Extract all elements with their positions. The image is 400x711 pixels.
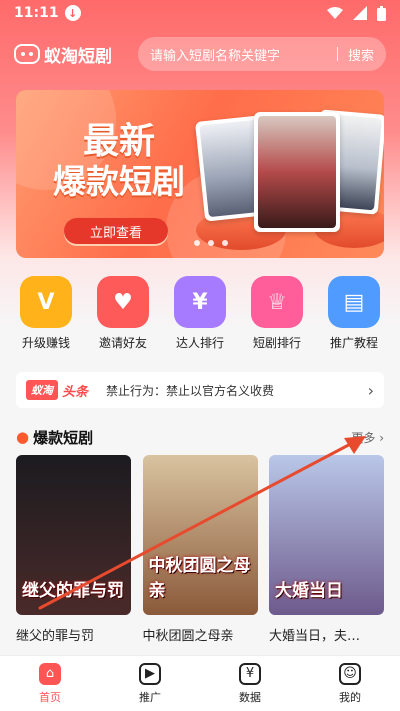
tab-label: 推广 [139, 690, 161, 704]
pagination-dot [222, 240, 228, 246]
battery-icon [377, 5, 386, 21]
banner-poster-main [254, 112, 340, 232]
promo-banner[interactable]: 最新 爆款短剧 立即查看 [16, 90, 384, 258]
app-header: 蚁淘短剧 请输入短剧名称关键字 搜索 [0, 36, 400, 72]
quick-action-label: 邀请好友 [98, 336, 147, 350]
user-add-icon: ♥ [97, 276, 149, 328]
bottom-tab-bar: ⌂ 首页 ▶ 推广 ¥ 数据 ☺ 我的 [0, 655, 400, 711]
notice-tag: 头条 [62, 384, 89, 400]
wifi-icon [327, 7, 343, 19]
section-title: 爆款短剧 [33, 428, 94, 447]
hot-dramas-header: ● 爆款短剧 更多 › [16, 426, 384, 448]
quick-action-label: 推广教程 [329, 336, 378, 350]
drama-card[interactable]: 继父的罪与罚 继父的罪与罚 [16, 455, 131, 644]
banner-title-line2: 爆款短剧 [53, 162, 185, 201]
money-bag-icon: ¥ [174, 276, 226, 328]
notice-bar[interactable]: 蚁淘 头条 禁止行为：禁止以官方名义收费 › [16, 372, 384, 408]
search-input[interactable]: 请输入短剧名称关键字 [150, 45, 327, 64]
banner-title: 最新 爆款短剧 [44, 122, 194, 202]
app-logo: 蚁淘短剧 [14, 42, 138, 67]
quick-action-item[interactable]: ♥ 邀请好友 [87, 276, 159, 352]
ant-logo-icon [14, 44, 40, 64]
tab-label: 首页 [39, 690, 61, 704]
quick-action-label: 达人排行 [175, 336, 224, 350]
v-icon: V [20, 276, 72, 328]
tv-icon: ▶ [139, 662, 161, 685]
tab-smile[interactable]: ☺ 我的 [315, 662, 385, 705]
pagination-dot [194, 240, 200, 246]
quick-action-label: 升级赚钱 [21, 336, 70, 350]
drama-card[interactable]: 大婚当日大婚当日，夫… [269, 455, 384, 644]
search-button[interactable]: 搜索 [348, 45, 374, 64]
smile-icon: ☺ [339, 662, 361, 685]
notice-brand: 蚁淘 [26, 380, 58, 400]
quick-actions: V 升级赚钱 ♥ 邀请好友 ¥ 达人排行 ♕ 短剧排行 ▤ 推广教程 [10, 276, 390, 352]
tab-label: 数据 [239, 690, 261, 704]
download-icon: ↓ [64, 5, 81, 21]
banner-pagination [194, 240, 228, 246]
search-divider [336, 47, 338, 61]
drama-list: 继父的罪与罚 继父的罪与罚 中秋团圆之母亲 中秋团圆之母亲 大婚当日 大婚当日，夫… [16, 455, 384, 644]
chevron-right-icon[interactable]: › [368, 381, 374, 400]
home-icon: ⌂ [39, 662, 61, 685]
tab-tv[interactable]: ▶ 推广 [115, 662, 185, 705]
drama-title[interactable]: 大婚当日，夫… [269, 625, 384, 644]
more-link[interactable]: 更多 › [351, 429, 384, 446]
poster-caption: 继父的罪与罚 [22, 581, 124, 601]
quick-action-item[interactable]: ¥ 达人排行 [164, 276, 236, 352]
banner-title-line1: 最新 [82, 121, 155, 162]
status-time: 11:11 [14, 5, 59, 21]
poster-caption: 大婚当日 [275, 581, 343, 601]
quick-action-item[interactable]: V 升级赚钱 [10, 276, 82, 352]
notice-text: 禁止行为：禁止以官方名义收费 [106, 383, 275, 398]
pagination-dot [208, 240, 214, 246]
tab-coin-bag[interactable]: ¥ 数据 [215, 662, 285, 705]
trophy-icon: ♕ [251, 276, 303, 328]
search-bar[interactable]: 请输入短剧名称关键字 搜索 [138, 37, 386, 71]
view-now-button[interactable]: 立即查看 [64, 218, 168, 244]
drama-poster[interactable]: 中秋团圆之母亲 [142, 455, 258, 615]
drama-title[interactable]: 继父的罪与罚 [16, 625, 131, 644]
drama-poster[interactable]: 大婚当日 [269, 455, 384, 615]
poster-caption: 中秋团圆之母亲 [148, 556, 251, 601]
quick-action-item[interactable]: ▤ 推广教程 [318, 276, 390, 352]
app-name: 蚁淘短剧 [44, 46, 112, 67]
tab-label: 我的 [339, 690, 361, 704]
book-icon: ▤ [328, 276, 380, 328]
drama-poster[interactable]: 继父的罪与罚 [16, 455, 131, 615]
status-bar: 11:11 ↓ [0, 0, 400, 26]
drama-card[interactable]: 中秋团圆之母亲 中秋团圆之母亲 [142, 455, 258, 644]
drama-title[interactable]: 中秋团圆之母亲 [143, 625, 258, 644]
quick-action-label: 短剧排行 [252, 336, 301, 350]
signal-icon [353, 6, 367, 20]
coin-bag-icon: ¥ [239, 662, 261, 685]
poster-image [258, 116, 336, 228]
tab-home[interactable]: ⌂ 首页 [15, 662, 85, 705]
fire-icon: ● [16, 428, 30, 446]
quick-action-item[interactable]: ♕ 短剧排行 [241, 276, 313, 352]
